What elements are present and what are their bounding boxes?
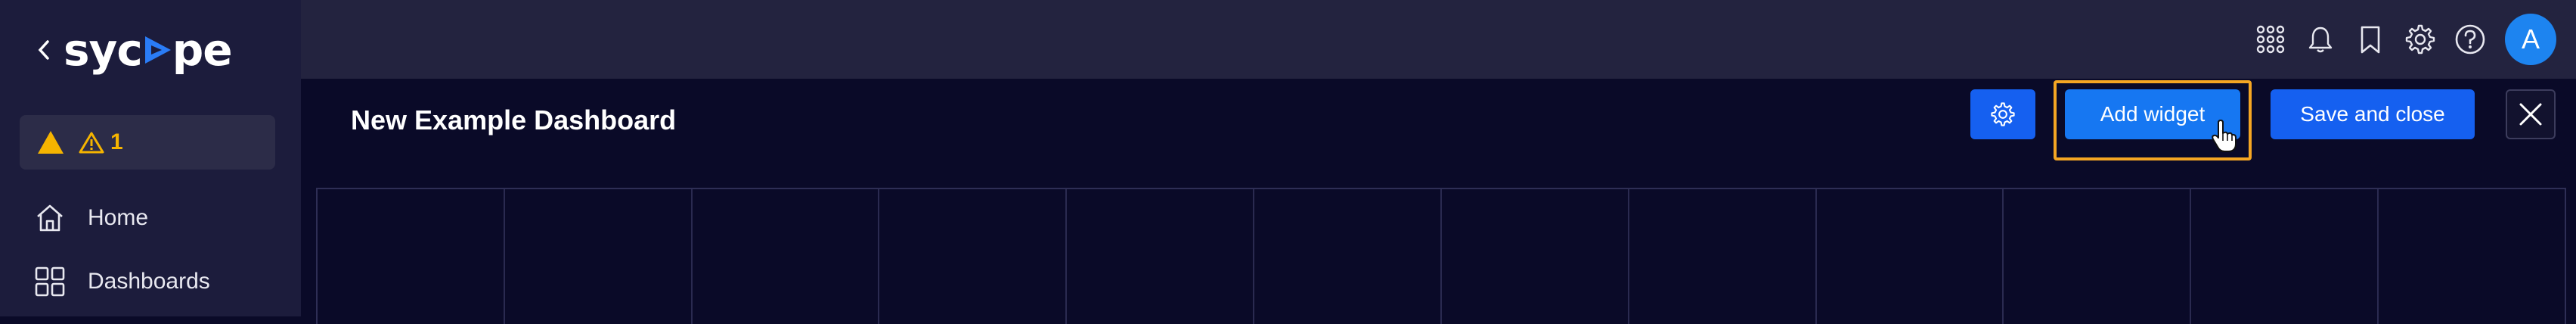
home-icon <box>33 201 67 235</box>
grid-column <box>1817 189 2004 324</box>
grid-column <box>1254 189 1442 324</box>
logo-triangle-icon <box>141 31 174 69</box>
sycope-logo[interactable]: syc pe <box>64 24 233 76</box>
dashboard-settings-button[interactable] <box>1970 89 2035 139</box>
alert-counter: 1 <box>79 129 123 155</box>
bell-icon[interactable] <box>2304 23 2337 56</box>
warning-outline-icon <box>79 132 104 154</box>
dashboards-icon <box>33 265 67 298</box>
grid-column <box>2004 189 2192 324</box>
sidebar-item-dashboards[interactable]: Dashboards <box>33 260 210 303</box>
close-icon <box>2519 103 2542 126</box>
help-icon[interactable] <box>2454 23 2487 56</box>
grid-column <box>879 189 1068 324</box>
grid-column <box>1442 189 1629 324</box>
back-chevron-icon[interactable] <box>33 35 54 65</box>
grid-column <box>2191 189 2379 324</box>
grid-column <box>1629 189 1817 324</box>
gear-icon[interactable] <box>2404 23 2437 56</box>
warning-icon <box>38 131 64 154</box>
logo-text-end: pe <box>172 24 233 76</box>
close-button[interactable] <box>2506 89 2556 139</box>
grid-column <box>505 189 693 324</box>
dashboard-grid[interactable] <box>316 188 2566 324</box>
avatar-initial: A <box>2521 23 2540 55</box>
alert-indicator[interactable]: 1 <box>20 115 275 170</box>
grid-column <box>2379 189 2565 324</box>
sidebar-item-label: Home <box>88 205 149 230</box>
topbar-icons: A <box>2254 14 2556 65</box>
logo-text-start: syc <box>64 24 143 76</box>
avatar[interactable]: A <box>2505 14 2556 65</box>
logo-row: syc pe <box>33 21 233 79</box>
bookmark-icon[interactable] <box>2354 23 2387 56</box>
grid-column <box>693 189 880 324</box>
sidebar-item-home[interactable]: Home <box>33 197 148 239</box>
hand-pointer-icon <box>2212 120 2237 152</box>
apps-grid-icon[interactable] <box>2254 23 2287 56</box>
save-and-close-button[interactable]: Save and close <box>2271 89 2475 139</box>
page-title: New Example Dashboard <box>351 104 677 136</box>
grid-column <box>318 189 505 324</box>
grid-column <box>1067 189 1255 324</box>
sidebar: syc pe 1 Home Dashboards <box>0 0 301 316</box>
top-bar: A <box>301 0 2576 79</box>
alert-count: 1 <box>110 129 123 154</box>
gear-icon <box>1991 102 2015 126</box>
sidebar-item-label: Dashboards <box>88 269 210 294</box>
